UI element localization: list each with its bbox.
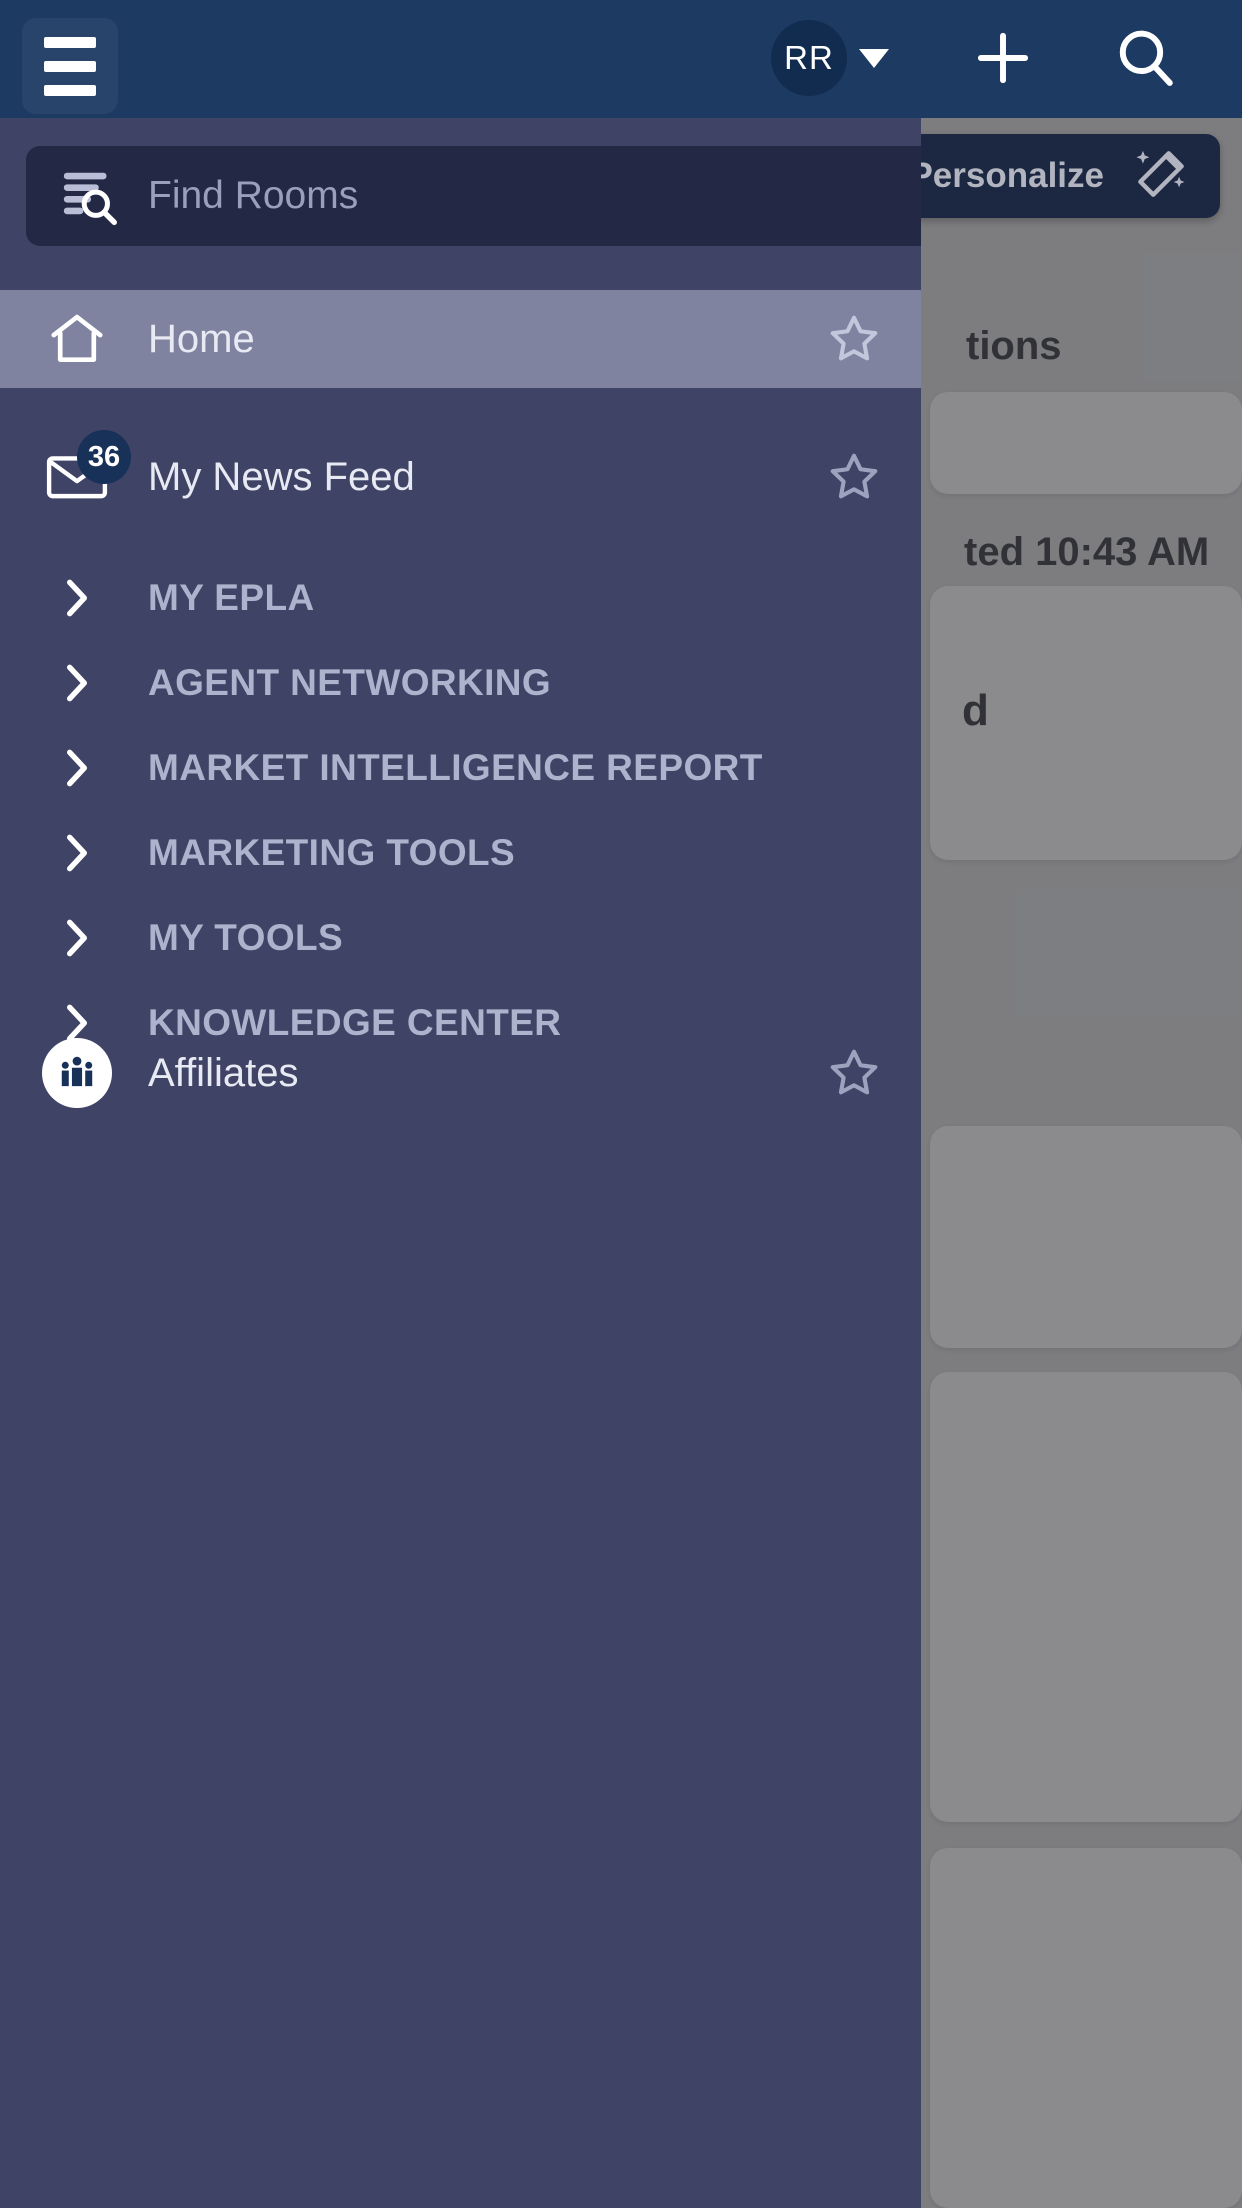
chevron-right-icon (34, 913, 120, 963)
backdrop-card (930, 392, 1242, 494)
hamburger-menu-button[interactable] (22, 18, 118, 114)
sidebar-item-label: Home (148, 316, 255, 361)
find-rooms-placeholder: Find Rooms (148, 174, 359, 217)
sidebar-section-label: MY EPLA (148, 577, 315, 618)
favorite-star-icon[interactable] (825, 310, 883, 368)
sidebar-section-label: MARKET INTELLIGENCE REPORT (148, 747, 763, 788)
sidebar-section-my-tools[interactable]: MY TOOLS (0, 892, 921, 984)
backdrop-partial-text-2: ted 10:43 AM (964, 530, 1210, 574)
chevron-down-icon (859, 48, 889, 68)
hamburger-icon-bar (44, 84, 96, 96)
sidebar-section-label: MY TOOLS (148, 917, 344, 958)
app-top-bar: RR (0, 0, 1242, 118)
add-button[interactable] (969, 24, 1037, 92)
envelope-icon: 36 (34, 430, 131, 502)
hamburger-icon-bar (44, 60, 96, 72)
sidebar-section-market-intelligence-report[interactable]: MARKET INTELLIGENCE REPORT (0, 722, 921, 814)
filter-search-icon (60, 165, 122, 227)
sidebar-section-label: MARKETING TOOLS (148, 832, 516, 873)
user-account-menu[interactable]: RR (771, 20, 889, 96)
sidebar-item-affiliates[interactable]: Affiliates (0, 1024, 921, 1122)
personalize-button[interactable]: Personalize (869, 134, 1220, 218)
avatar: RR (771, 20, 847, 96)
sidebar-section-marketing-tools[interactable]: MARKETING TOOLS (0, 807, 921, 899)
home-icon (34, 308, 120, 370)
sidebar-item-home[interactable]: Home (0, 290, 921, 388)
backdrop-card (930, 1126, 1242, 1348)
magic-wand-icon (1130, 143, 1192, 210)
hamburger-icon-bar (44, 36, 96, 48)
unread-count-badge: 36 (77, 430, 131, 484)
personalize-label: Personalize (909, 156, 1104, 195)
backdrop-card (930, 1848, 1242, 2208)
people-group-icon (34, 1038, 120, 1108)
find-rooms-search[interactable]: Find Rooms (26, 146, 921, 246)
backdrop-card (930, 1372, 1242, 1822)
chevron-right-icon (34, 573, 120, 623)
sidebar-section-agent-networking[interactable]: AGENT NETWORKING (0, 637, 921, 729)
search-button[interactable] (1112, 24, 1180, 92)
favorite-star-icon[interactable] (825, 1044, 883, 1102)
sidebar-section-label: AGENT NETWORKING (148, 662, 552, 703)
backdrop-partial-text-1: tions (966, 324, 1062, 368)
chevron-right-icon (34, 743, 120, 793)
sidebar-item-label: Affiliates (148, 1050, 299, 1095)
sidebar-section-my-epla[interactable]: MY EPLA (0, 552, 921, 644)
chevron-right-icon (34, 658, 120, 708)
sidebar-item-my-news-feed[interactable]: 36 My News Feed (0, 428, 921, 526)
backdrop-partial-text-3: d (962, 686, 989, 735)
chevron-right-icon (34, 828, 120, 878)
sidebar-item-label: My News Feed (148, 454, 415, 499)
favorite-star-icon[interactable] (825, 448, 883, 506)
navigation-drawer: Find Rooms Home 36 My News Feed MY EPLA … (0, 118, 921, 2208)
